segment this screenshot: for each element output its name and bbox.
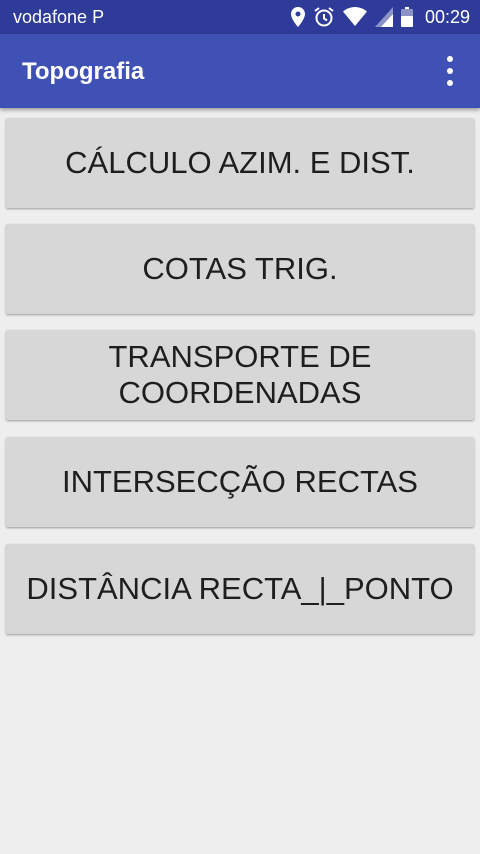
status-bar: vodafone P 00:29 (0, 0, 480, 34)
app-title: Topografia (22, 58, 145, 85)
wifi-icon (342, 7, 367, 27)
transporte-coordenadas-button[interactable]: TRANSPORTE DE COORDENADAS (6, 330, 474, 420)
interseccao-rectas-button[interactable]: INTERSECÇÃO RECTAS (6, 437, 474, 527)
alarm-icon (313, 6, 335, 28)
app-bar: Topografia (0, 34, 480, 108)
carrier-name: vodafone P (13, 7, 105, 27)
cell-signal-icon (374, 7, 393, 27)
battery-icon (400, 7, 413, 27)
distancia-recta-ponto-button[interactable]: DISTÂNCIA RECTA_|_PONTO (6, 544, 474, 634)
location-icon (290, 7, 305, 27)
cotas-trig-button[interactable]: COTAS TRIG. (6, 224, 474, 314)
more-vertical-icon[interactable] (438, 56, 462, 86)
status-icons: 00:29 (290, 4, 470, 30)
status-time: 00:29 (424, 7, 470, 27)
calculo-azim-dist-button[interactable]: CÁLCULO AZIM. E DIST. (6, 118, 474, 208)
